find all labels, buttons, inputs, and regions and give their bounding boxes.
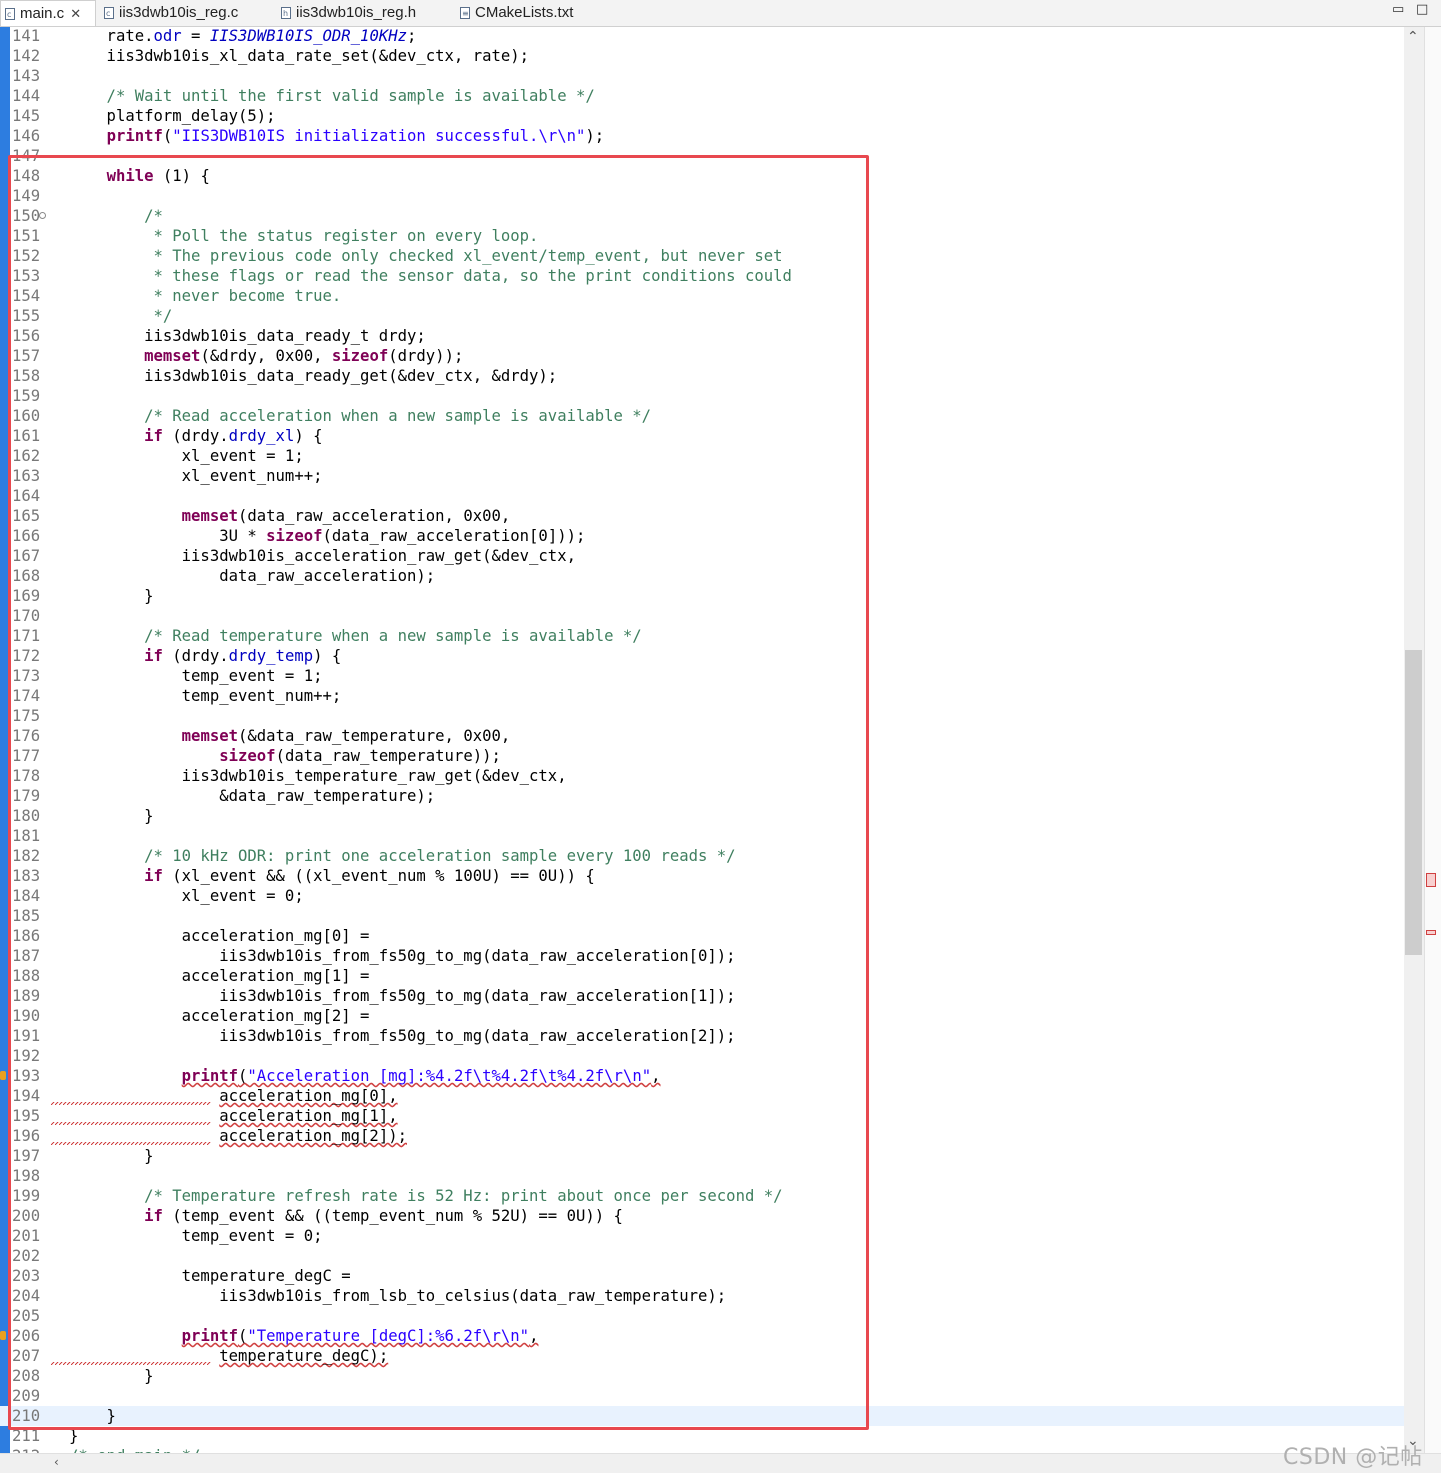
code-line[interactable]: 212 /* end main */ (0, 1446, 1404, 1453)
code-token: "IIS3DWB10IS initialization successful.\… (172, 127, 586, 145)
line-number: 141 (12, 27, 41, 45)
overview-ruler[interactable] (1424, 27, 1441, 1453)
code-line[interactable]: 144 /* Wait until the first valid sample… (0, 86, 1404, 106)
text-file-icon: ≡ (460, 7, 470, 19)
tab-main-c[interactable]: c main.c ✕ (0, 0, 96, 26)
code-line[interactable]: 143 (0, 66, 1404, 86)
code-token: IIS3DWB10IS_ODR_10KHz (209, 27, 407, 45)
tab-label: iis3dwb10is_reg.c (119, 4, 239, 21)
vertical-scrollbar-thumb[interactable] (1405, 650, 1422, 955)
code-text: printf("IIS3DWB10IS initialization succe… (69, 126, 605, 146)
code-token: ; (407, 27, 417, 45)
code-line[interactable]: 145 platform_delay(5); (0, 106, 1404, 126)
warning-icon[interactable] (0, 1331, 6, 1340)
code-token: ( (162, 127, 173, 145)
code-token: iis3dwb10is_xl_data_rate_set(&dev_ctx, r… (69, 47, 530, 65)
line-number: 146 (12, 127, 41, 145)
code-line[interactable]: 146 printf("IIS3DWB10IS initialization s… (0, 126, 1404, 146)
code-token: odr (153, 27, 182, 45)
line-number: 143 (12, 67, 41, 85)
scroll-up-icon[interactable]: ⌃ (1407, 29, 1419, 45)
code-line[interactable]: 142 iis3dwb10is_xl_data_rate_set(&dev_ct… (0, 46, 1404, 66)
code-text: platform_delay(5); (69, 106, 276, 126)
overview-error-marker[interactable] (1426, 930, 1436, 935)
code-text: rate.odr = IIS3DWB10IS_ODR_10KHz; (69, 27, 417, 46)
overview-error-marker[interactable] (1426, 873, 1436, 887)
line-number: 145 (12, 107, 41, 125)
code-token: platform_delay(5); (69, 107, 276, 125)
code-text: iis3dwb10is_xl_data_rate_set(&dev_ctx, r… (69, 46, 529, 66)
minimize-icon[interactable]: ▭ (1392, 2, 1404, 17)
h-file-icon: h (281, 7, 291, 19)
watermark: CSDN @记帖 (1283, 1445, 1423, 1470)
c-file-icon: c (104, 7, 114, 19)
warning-icon[interactable] (0, 1071, 6, 1080)
code-token: ); (585, 127, 605, 145)
code-text: /* Wait until the first valid sample is … (69, 86, 595, 106)
tab-label: main.c (20, 5, 65, 22)
highlight-box (8, 155, 869, 1430)
code-token: = (181, 27, 210, 45)
code-line[interactable]: 141 rate.odr = IIS3DWB10IS_ODR_10KHz; (0, 27, 1404, 46)
tab-cmakelists-txt[interactable]: ≡ CMakeLists.txt (456, 0, 573, 26)
tab-iis3dwb10is-reg-h[interactable]: h iis3dwb10is_reg.h (277, 0, 416, 26)
maximize-icon[interactable]: □ (1416, 2, 1428, 17)
close-icon[interactable]: ✕ (70, 6, 81, 21)
code-text: /* end main */ (69, 1446, 200, 1453)
tab-label: iis3dwb10is_reg.h (296, 4, 417, 21)
scroll-left-icon[interactable]: ‹ (54, 1455, 59, 1469)
horizontal-scrollbar[interactable] (0, 1453, 1441, 1473)
tab-label: CMakeLists.txt (475, 4, 574, 21)
line-number: 212 (12, 1446, 50, 1453)
c-file-icon: c (5, 8, 15, 20)
tab-iis3dwb10is-reg-c[interactable]: c iis3dwb10is_reg.c (100, 0, 238, 26)
code-token: printf (106, 127, 163, 145)
line-number: 144 (12, 87, 41, 105)
line-number: 142 (12, 47, 41, 65)
code-token: rate. (69, 27, 154, 45)
editor-tab-bar: c main.c ✕ c iis3dwb10is_reg.c h iis3dwb10is… (0, 0, 1441, 27)
code-token: /* Wait until the first valid sample is … (69, 87, 595, 105)
